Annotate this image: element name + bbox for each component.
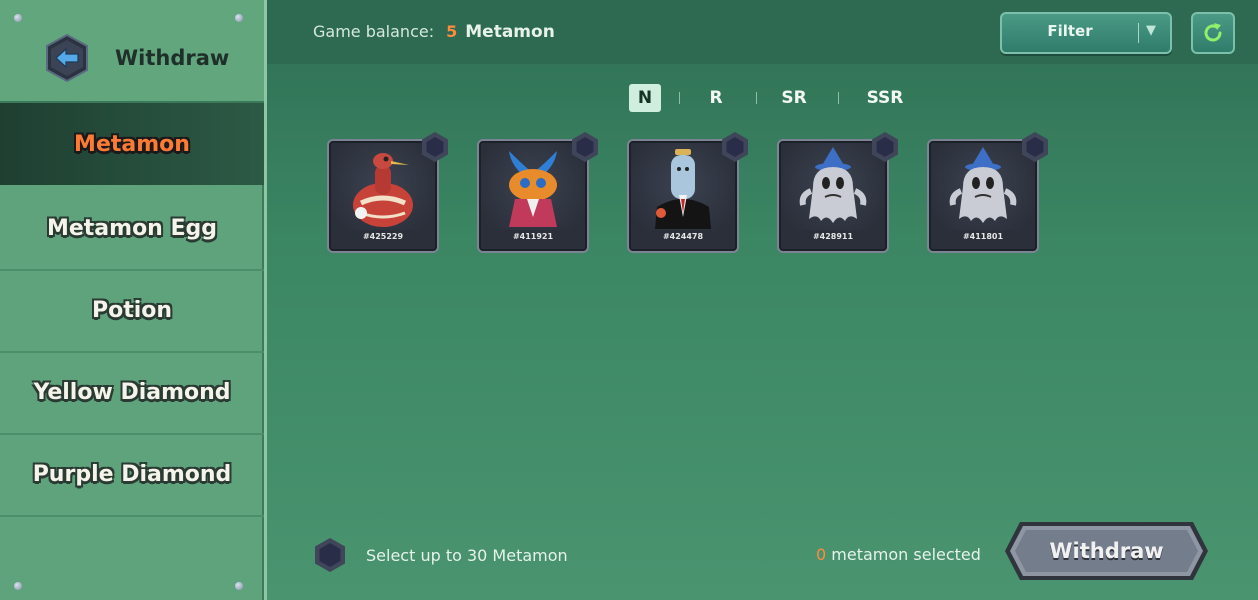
chevron-down-icon: ▼	[1146, 23, 1156, 38]
metamon-card[interactable]: #425229	[327, 132, 448, 253]
select-checkbox[interactable]	[419, 131, 451, 163]
select-hint: Select up to 30 Metamon	[366, 546, 568, 565]
select-all-checkbox[interactable]	[312, 537, 348, 573]
tab-divider	[756, 92, 757, 104]
back-button[interactable]	[42, 33, 92, 83]
ghost-wizard-icon	[949, 147, 1017, 223]
select-checkbox[interactable]	[1019, 131, 1051, 163]
metamon-card[interactable]: #411801	[927, 132, 1048, 253]
balance-label: Game balance:	[313, 22, 435, 41]
game-balance: Game balance: 5 Metamon	[313, 22, 555, 42]
balance-value: 5	[446, 22, 458, 41]
sidebar-header: Withdraw	[0, 0, 264, 103]
filter-divider	[1138, 23, 1139, 43]
sidebar: Withdraw Metamon Metamon Egg Potion Yell…	[0, 0, 267, 600]
tab-sr[interactable]: SR	[776, 84, 812, 112]
tab-ssr[interactable]: SSR	[862, 84, 908, 112]
metamon-id: #428911	[799, 230, 867, 243]
metamon-card[interactable]: #411921	[477, 132, 598, 253]
rivet-icon	[235, 14, 243, 22]
withdraw-button-label: Withdraw	[1049, 539, 1164, 563]
sidebar-item-metamon-egg[interactable]: Metamon Egg	[0, 187, 264, 271]
select-checkbox[interactable]	[719, 131, 751, 163]
filter-label: Filter	[1047, 22, 1093, 40]
metamon-card[interactable]: #428911	[777, 132, 898, 253]
tab-n[interactable]: N	[629, 84, 661, 112]
refresh-button[interactable]	[1191, 12, 1235, 54]
metamon-id: #411801	[949, 230, 1017, 243]
select-checkbox[interactable]	[869, 131, 901, 163]
select-checkbox[interactable]	[569, 131, 601, 163]
tab-divider	[838, 92, 839, 104]
sidebar-item-potion[interactable]: Potion	[0, 269, 264, 353]
metamon-card[interactable]: #424478	[627, 132, 748, 253]
sidebar-item-yellow-diamond[interactable]: Yellow Diamond	[0, 351, 264, 435]
sidebar-item-purple-diamond[interactable]: Purple Diamond	[0, 433, 264, 517]
back-arrow-icon	[46, 33, 88, 83]
gourd-bird-icon	[353, 153, 413, 227]
balance-unit: Metamon	[465, 22, 555, 42]
selected-count-label: metamon selected	[831, 545, 981, 564]
tab-r[interactable]: R	[700, 84, 732, 112]
ghost-wizard-icon	[799, 147, 867, 223]
withdraw-button[interactable]: Withdraw	[1004, 521, 1209, 581]
metamon-id: #424478	[649, 230, 717, 243]
rivet-icon	[235, 582, 243, 590]
filter-dropdown[interactable]: Filter ▼	[1000, 12, 1172, 54]
selected-count: 0 metamon selected	[816, 545, 981, 564]
metamon-id: #411921	[499, 230, 567, 243]
horned-creature-icon	[509, 151, 557, 227]
rivet-icon	[14, 582, 22, 590]
suited-bottle-icon	[655, 149, 711, 229]
tab-divider	[679, 92, 680, 104]
rivet-icon	[14, 14, 22, 22]
metamon-id: #425229	[349, 230, 417, 243]
refresh-icon	[1204, 23, 1222, 42]
sidebar-item-metamon[interactable]: Metamon	[0, 103, 264, 185]
page-title: Withdraw	[115, 46, 230, 70]
selected-count-value: 0	[816, 545, 827, 564]
